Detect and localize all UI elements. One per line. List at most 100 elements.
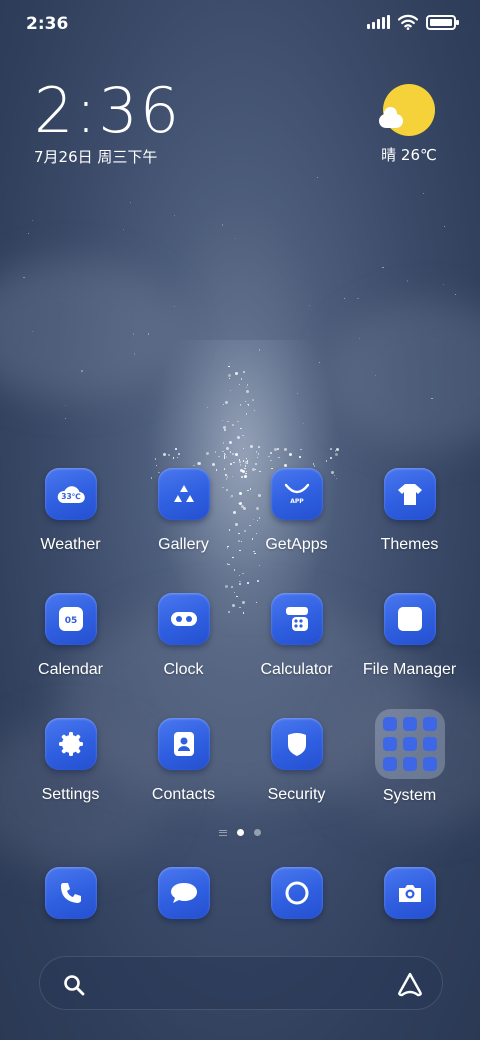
star-particle (133, 353, 135, 355)
star-particle (239, 461, 241, 463)
sun-cloud-icon (379, 84, 435, 136)
star-particle (296, 392, 298, 394)
app-calculator[interactable]: Calculator (240, 593, 353, 693)
calculator-icon (270, 593, 323, 645)
star-particle (239, 404, 242, 406)
star-particle (222, 450, 224, 453)
star-particle (443, 225, 446, 228)
status-time: 2:36 (26, 14, 69, 34)
page-dot[interactable] (237, 829, 244, 836)
star-particle (357, 298, 359, 300)
signal-icon (367, 15, 390, 29)
star-particle (245, 389, 249, 393)
wifi-icon (398, 14, 418, 30)
star-particle (225, 456, 228, 458)
app-gallery[interactable]: Gallery (127, 468, 240, 568)
star-particle (175, 448, 177, 450)
star-particle (81, 370, 83, 372)
app-label: System (382, 787, 437, 804)
app-label: Calculator (260, 661, 333, 678)
battery-level (430, 18, 452, 26)
star-particle (454, 293, 457, 295)
gallery-icon (157, 468, 210, 520)
app-security[interactable]: Security (240, 718, 353, 818)
star-particle (218, 455, 220, 458)
battery-icon (426, 14, 459, 30)
app-label: Weather (40, 536, 101, 553)
star-particle (308, 304, 310, 307)
settings-icon (44, 718, 97, 770)
star-particle (253, 409, 256, 412)
star-particle (64, 404, 66, 406)
star-particle (154, 458, 157, 460)
contacts-icon (157, 718, 210, 770)
app-getapps[interactable]: APP GetApps (240, 468, 353, 568)
star-particle (168, 454, 170, 456)
star-particle (234, 238, 236, 240)
star-particle (239, 464, 242, 466)
star-particle (132, 333, 135, 335)
dock-browser[interactable] (240, 867, 353, 921)
star-particle (422, 192, 425, 195)
star-particle (247, 403, 249, 406)
status-icons (367, 14, 459, 30)
app-file-manager[interactable]: File Manager (353, 593, 466, 693)
assistant-icon[interactable] (396, 971, 424, 997)
app-grid: 33℃ Weather Gallery APP GetApps Themes 0… (14, 468, 466, 818)
star-particle (230, 463, 232, 465)
star-particle (147, 333, 149, 335)
star-particle (245, 413, 248, 415)
messages-icon (157, 867, 210, 919)
security-icon (270, 718, 323, 770)
widget-time: 2:36 (34, 74, 182, 147)
star-particle (316, 176, 318, 178)
search-icon[interactable] (62, 973, 86, 997)
camera-icon (383, 867, 436, 919)
star-particle (255, 463, 257, 465)
app-label: Clock (163, 661, 204, 678)
page-indicator[interactable] (0, 829, 480, 836)
widget-date: 7月26日 周三下午 (34, 148, 158, 166)
app-contacts[interactable]: Contacts (127, 718, 240, 818)
star-particle (330, 457, 332, 459)
dock-messages[interactable] (127, 867, 240, 921)
star-particle (233, 461, 235, 464)
star-particle (214, 451, 217, 453)
getapps-badge: APP (290, 498, 304, 505)
weather-badge: 33℃ (61, 492, 81, 501)
star-particle (330, 448, 332, 450)
star-particle (174, 214, 176, 217)
star-particle (234, 371, 238, 375)
search-bar[interactable] (39, 956, 443, 1010)
app-folder-system[interactable]: System (353, 709, 466, 818)
star-particle (229, 451, 232, 453)
status-bar: 2:36 (0, 0, 480, 50)
weather-text: 晴 26℃ (381, 146, 437, 164)
app-themes[interactable]: Themes (353, 468, 466, 568)
star-particle (23, 276, 25, 278)
star-particle (442, 283, 444, 285)
star-particle (129, 201, 132, 203)
app-calendar[interactable]: 05 Calendar (14, 593, 127, 693)
calendar-badge: 05 (64, 616, 77, 626)
app-clock[interactable]: Clock (127, 593, 240, 693)
weather-widget[interactable]: 晴 26℃ (374, 84, 444, 165)
feed-page-icon[interactable] (219, 829, 227, 836)
star-particle (358, 337, 361, 340)
star-particle (406, 280, 408, 282)
star-particle (65, 417, 67, 420)
app-settings[interactable]: Settings (14, 718, 127, 818)
app-label: Gallery (158, 536, 209, 553)
app-weather[interactable]: 33℃ Weather (14, 468, 127, 568)
app-label: GetApps (265, 536, 328, 553)
dock-phone[interactable] (14, 867, 127, 921)
page-dot[interactable] (254, 829, 261, 836)
clock-widget[interactable]: 2:36 7月26日 周三下午 (34, 78, 181, 167)
star-particle (31, 219, 33, 221)
app-label: Calendar (38, 661, 103, 678)
star-particle (28, 232, 30, 234)
app-label: Settings (41, 786, 100, 803)
dock-camera[interactable] (353, 867, 466, 921)
star-particle (249, 444, 253, 448)
star-particle (270, 452, 272, 454)
